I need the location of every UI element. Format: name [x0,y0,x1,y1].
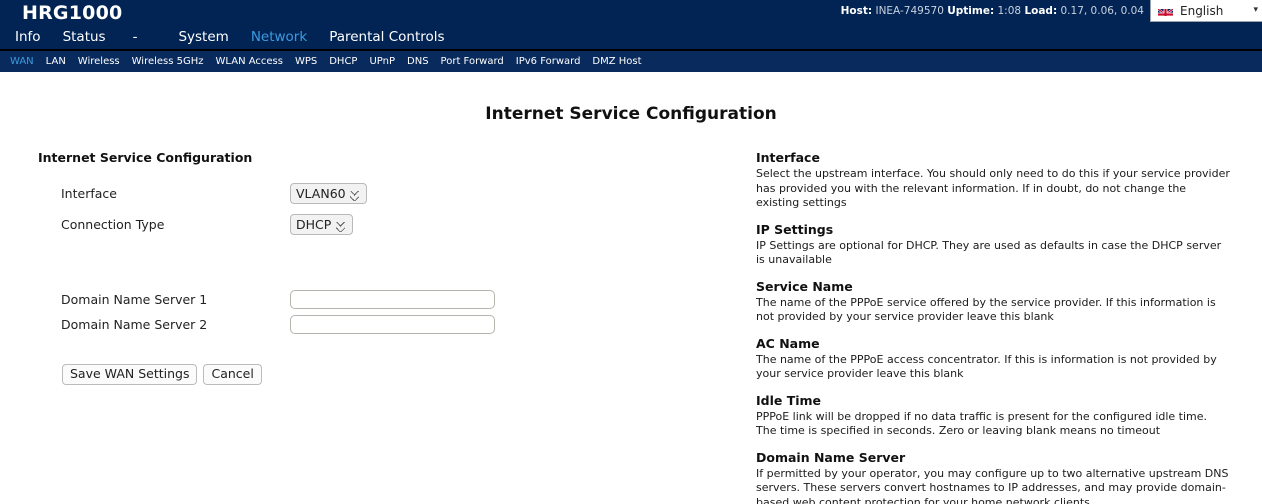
subnav-item-dmz-host[interactable]: DMZ Host [586,56,647,67]
subnav-item-port-forward[interactable]: Port Forward [435,56,510,67]
section-heading: Internet Service Configuration [38,150,253,165]
dns2-label: Domain Name Server 2 [61,317,208,332]
uptime-value: 1:08 [997,5,1022,17]
dns1-input[interactable] [290,290,495,309]
subnav-item-wireless[interactable]: Wireless [72,56,126,67]
chevron-down-icon[interactable]: ▾ [1253,6,1258,15]
connection-type-select[interactable]: DHCP [290,214,353,235]
subnav-item-upnp[interactable]: UPnP [363,56,401,67]
help-body-service-name: The name of the PPPoE service offered by… [756,295,1216,324]
dns2-field-row: Domain Name Server 2 [38,312,738,337]
language-label: English [1180,3,1224,18]
main-navigation: Info Status - System Network Parental Co… [0,26,1262,51]
connection-type-label: Connection Type [61,217,165,232]
nav-item-parental-controls[interactable]: Parental Controls [318,30,455,45]
help-title-ac-name: AC Name [756,335,820,351]
nav-item-info[interactable]: Info [4,30,52,45]
cancel-button[interactable]: Cancel [203,364,262,385]
form-actions: Save WAN Settings Cancel [38,364,738,385]
brand-bar: HRG1000 Host: INEA-749570 Uptime: 1:08 L… [0,0,1262,26]
subnav-item-wireless-5ghz[interactable]: Wireless 5GHz [126,56,210,67]
brand-logo: HRG1000 [22,1,123,24]
host-value: INEA-749570 [875,5,944,17]
connection-type-field-row: Connection Type DHCP [38,212,738,237]
interface-select[interactable]: VLAN60 [290,183,367,204]
help-title-interface: Interface [756,150,820,165]
subnav-item-ipv6-forward[interactable]: IPv6 Forward [510,56,587,67]
save-wan-settings-button[interactable]: Save WAN Settings [62,364,198,385]
subnav-item-dns[interactable]: DNS [401,56,435,67]
nav-item-separator[interactable]: - [117,30,154,45]
subnav-item-wps[interactable]: WPS [289,56,323,67]
hidden-fields-spacer [38,237,738,287]
interface-label: Interface [61,186,117,201]
nav-item-status[interactable]: Status [52,30,117,45]
help-title-service-name: Service Name [756,278,853,294]
help-body-ip-settings: IP Settings are optional for DHCP. They … [756,238,1222,267]
help-body-ac-name: The name of the PPPoE access concentrato… [756,352,1217,381]
help-title-idle-time: Idle Time [756,392,822,408]
subnav-item-dhcp[interactable]: DHCP [323,56,363,67]
dns1-field-row: Domain Name Server 1 [38,287,738,312]
host-label: Host: [840,5,873,17]
host-status-info: Host: INEA-749570 Uptime: 1:08 Load: 0.1… [841,5,1144,17]
nav-item-system[interactable]: System [167,30,239,45]
help-panel: Interface Select the upstream interface.… [756,150,1230,504]
page-title: Internet Service Configuration [485,104,777,124]
load-value: 0.17, 0.06, 0.04 [1060,5,1145,17]
subnav-item-wan[interactable]: WAN [4,56,40,67]
help-title-ip-settings: IP Settings [756,221,834,237]
subnav-item-lan[interactable]: LAN [40,56,72,67]
subnav-item-wlan-access[interactable]: WLAN Access [210,56,289,67]
internet-service-configuration-form: Internet Service Configuration Interface… [38,150,738,385]
sub-navigation: WAN LAN Wireless Wireless 5GHz WLAN Acce… [0,51,1262,72]
nav-item-network[interactable]: Network [240,30,318,45]
help-title-domain-name-server: Domain Name Server [756,449,906,465]
help-body-interface: Select the upstream interface. You shoul… [756,167,1230,210]
load-label: Load: [1024,5,1058,17]
uk-flag-icon [1158,5,1173,16]
help-body-domain-name-server: If permitted by your operator, you may c… [756,466,1229,504]
dns2-input[interactable] [290,315,495,334]
interface-field-row: Interface VLAN60 [38,181,738,206]
language-selector[interactable]: English ▾ [1150,0,1262,22]
help-body-idle-time: PPPoE link will be dropped if no data tr… [756,409,1208,438]
dns1-label: Domain Name Server 1 [61,292,208,307]
uptime-label: Uptime: [947,5,995,17]
